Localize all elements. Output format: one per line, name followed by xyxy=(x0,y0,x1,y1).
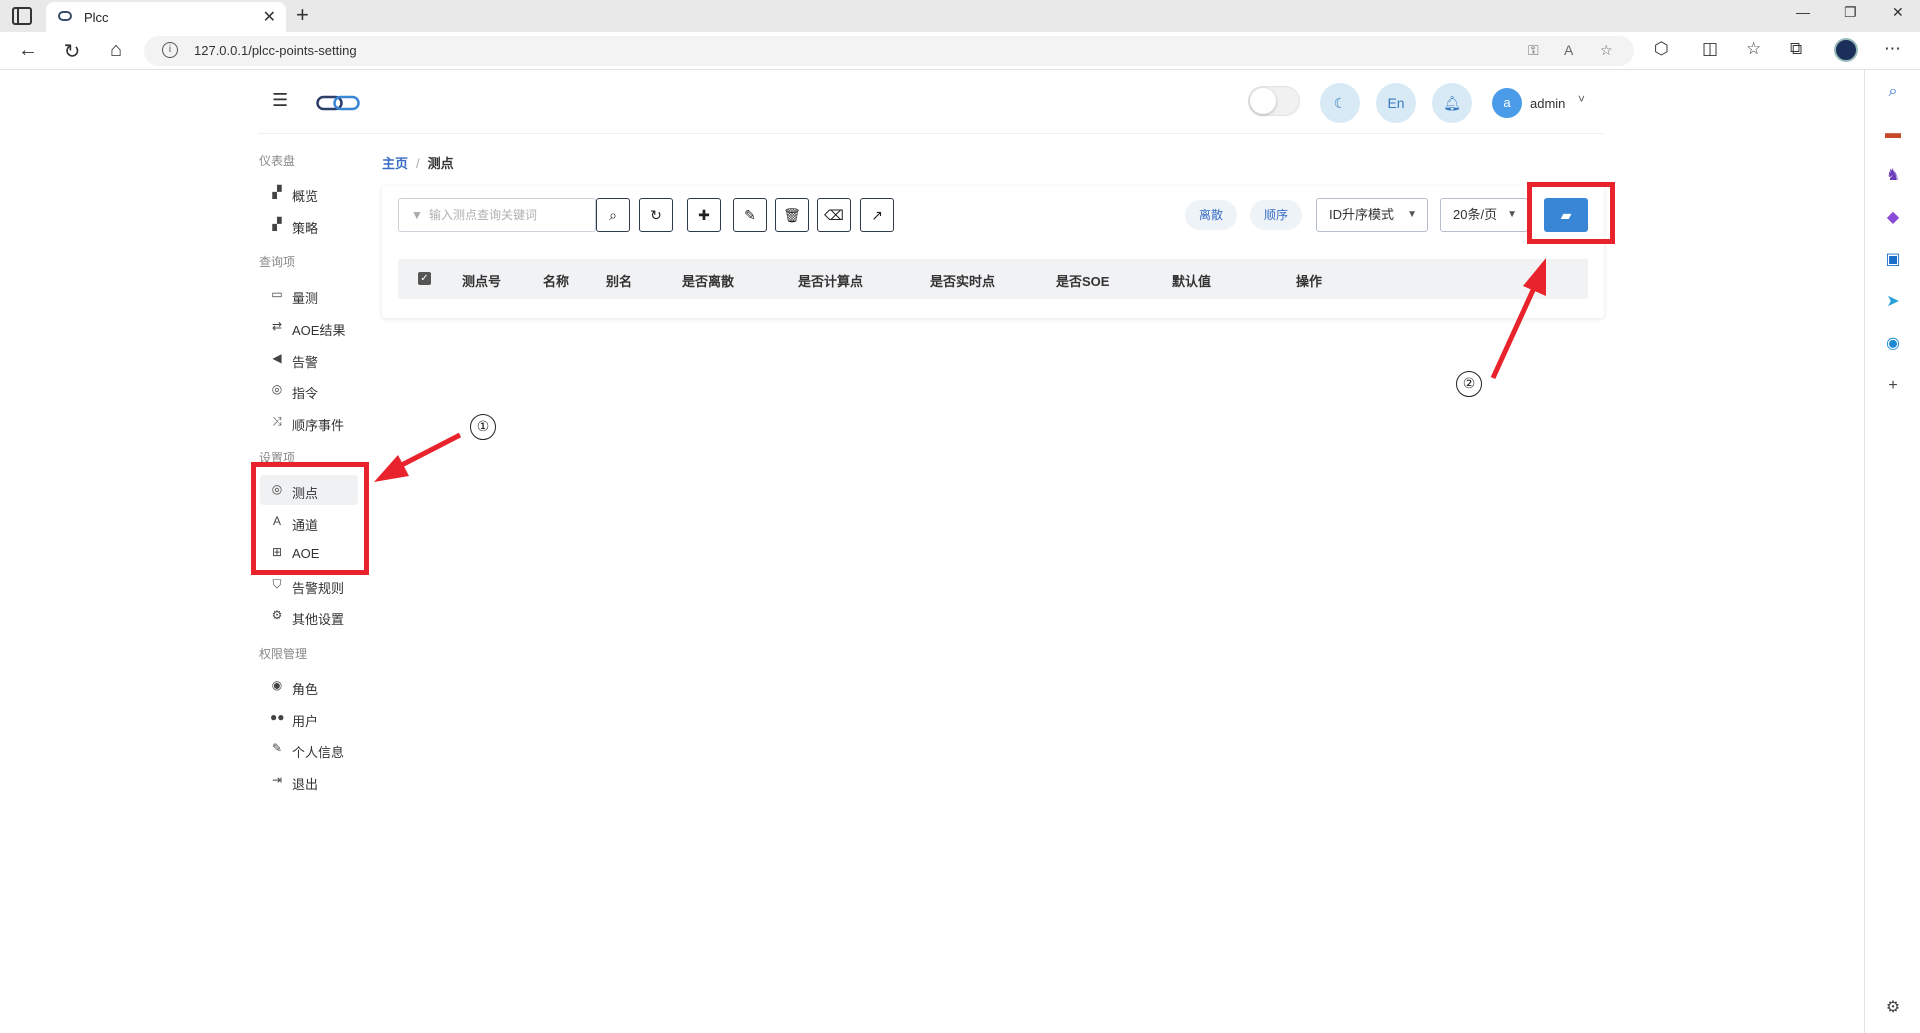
annotation-marker-1: ① xyxy=(470,414,496,440)
arrow-1-head xyxy=(374,455,409,482)
annotation-arrows xyxy=(374,258,1546,482)
annotation-marker-2: ② xyxy=(1456,371,1482,397)
arrow-2-head xyxy=(1523,258,1546,296)
arrow-2-shaft xyxy=(1490,286,1537,380)
